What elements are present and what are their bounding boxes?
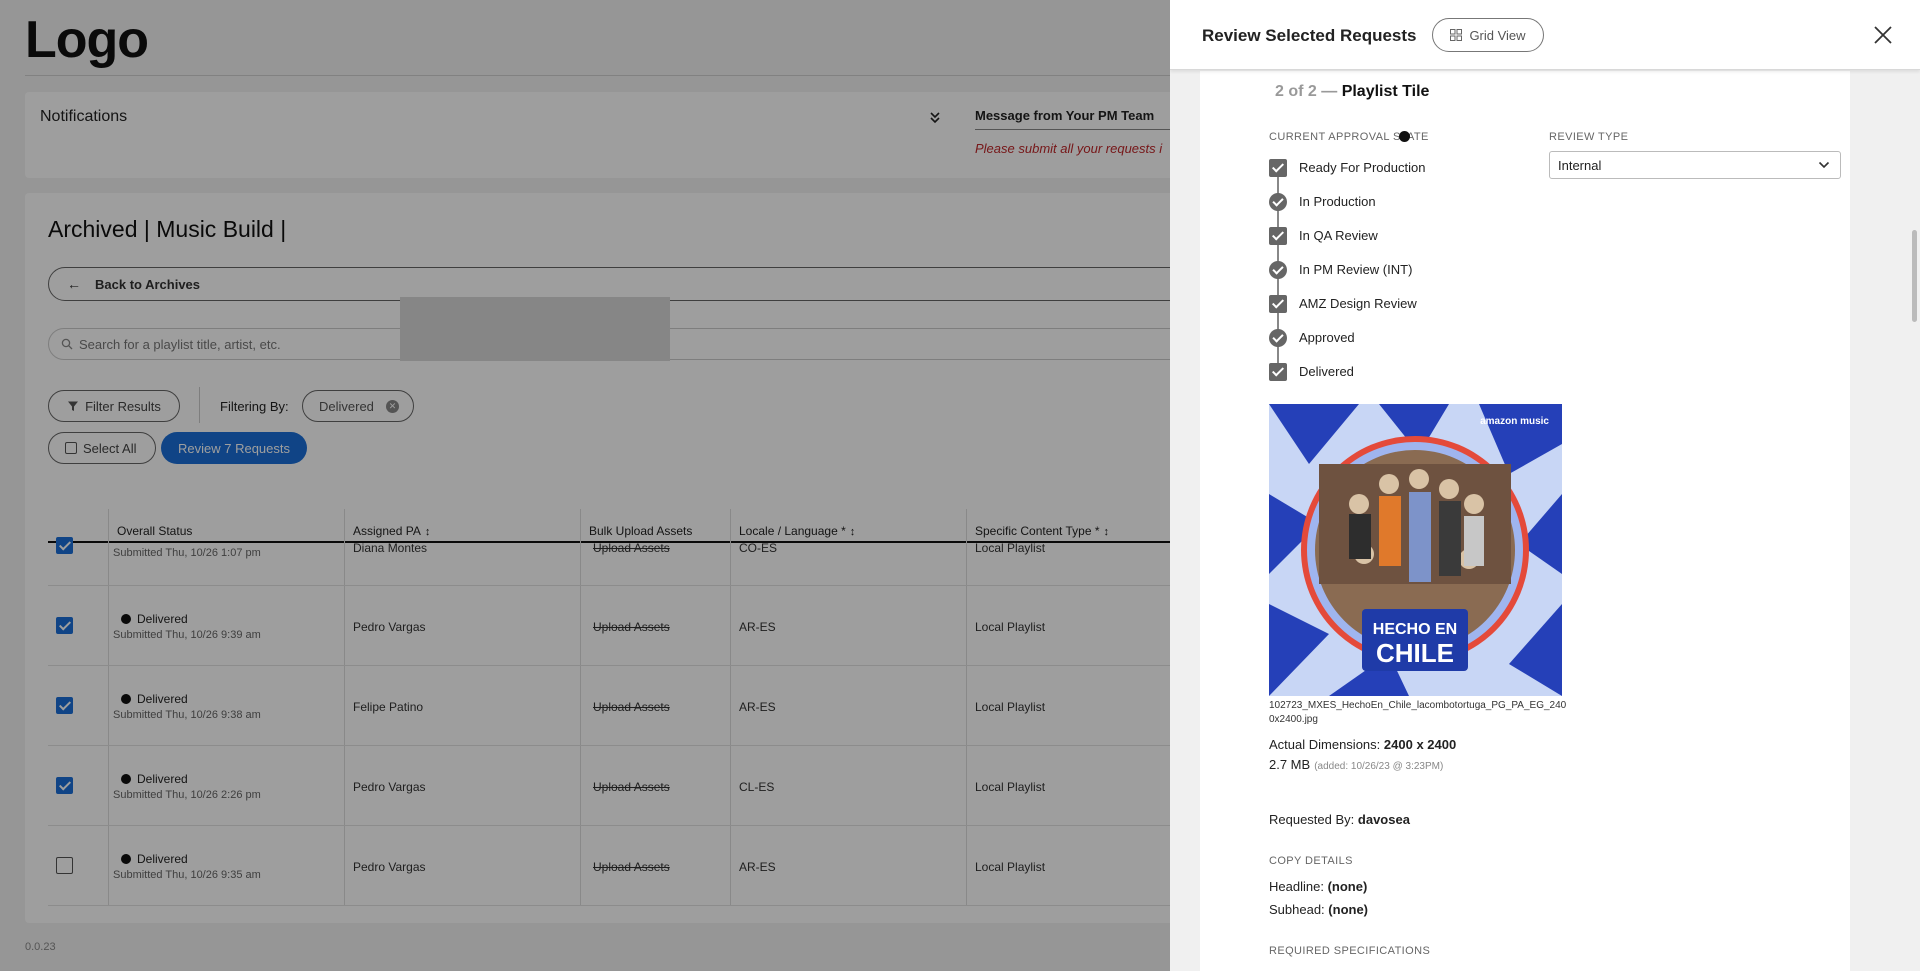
drawer-header: Review Selected Requests Grid View xyxy=(1170,0,1920,70)
item-title: Playlist Tile xyxy=(1341,83,1430,100)
close-icon[interactable] xyxy=(1872,24,1894,46)
review-drawer: Review Selected Requests Grid View 2 of … xyxy=(1170,0,1920,971)
grid-view-label: Grid View xyxy=(1469,27,1526,43)
approval-state-dot-icon xyxy=(1399,131,1410,142)
drawer-scrollbar[interactable] xyxy=(1912,230,1917,322)
headline: Headline: (none) xyxy=(1269,879,1368,894)
requested-by: Requested By: davosea xyxy=(1269,812,1410,827)
item-counter: 2 of 2 — xyxy=(1275,83,1338,100)
asset-filename: 102723_MXES_HechoEn_Chile_lacombotortuga… xyxy=(1269,700,1567,725)
artwork-text-line2: CHILE xyxy=(1376,638,1454,668)
asset-file-size: 2.7 MB (added: 10/26/23 @ 3:23PM) xyxy=(1269,757,1444,772)
artwork-brand: amazon music xyxy=(1480,416,1549,427)
request-detail-card: 2 of 2 — Playlist Tile CURRENT APPROVAL … xyxy=(1200,71,1850,971)
review-type-select[interactable]: Internal xyxy=(1549,151,1841,179)
modal-backdrop[interactable] xyxy=(0,0,1170,971)
step-check-circle-icon xyxy=(1269,261,1287,279)
review-type-value: Internal xyxy=(1558,157,1602,173)
review-type-label: REVIEW TYPE xyxy=(1549,131,1629,143)
subhead: Subhead: (none) xyxy=(1269,902,1369,917)
drawer-title: Review Selected Requests xyxy=(1202,26,1417,45)
grid-icon xyxy=(1450,29,1463,41)
step-check-circle-icon xyxy=(1269,329,1287,347)
playlist-artwork[interactable]: HECHO EN CHILE amazon music xyxy=(1269,404,1562,696)
step-check-circle-icon xyxy=(1269,193,1287,211)
required-specifications-label: REQUIRED SPECIFICATIONS xyxy=(1269,945,1431,957)
artwork-text-line1: HECHO EN xyxy=(1373,621,1457,638)
chevron-down-icon xyxy=(1818,161,1830,169)
step-check-icon xyxy=(1269,159,1287,177)
step-check-icon xyxy=(1269,227,1287,245)
asset-dimensions: Actual Dimensions: 2400 x 2400 xyxy=(1269,737,1457,752)
artwork-image: HECHO EN CHILE amazon music xyxy=(1269,404,1562,696)
grid-view-button[interactable]: Grid View xyxy=(1432,18,1544,52)
copy-details-label: COPY DETAILS xyxy=(1269,855,1353,867)
step-check-icon xyxy=(1269,363,1287,381)
item-heading: 2 of 2 — Playlist Tile xyxy=(1275,83,1429,101)
step-check-icon xyxy=(1269,295,1287,313)
